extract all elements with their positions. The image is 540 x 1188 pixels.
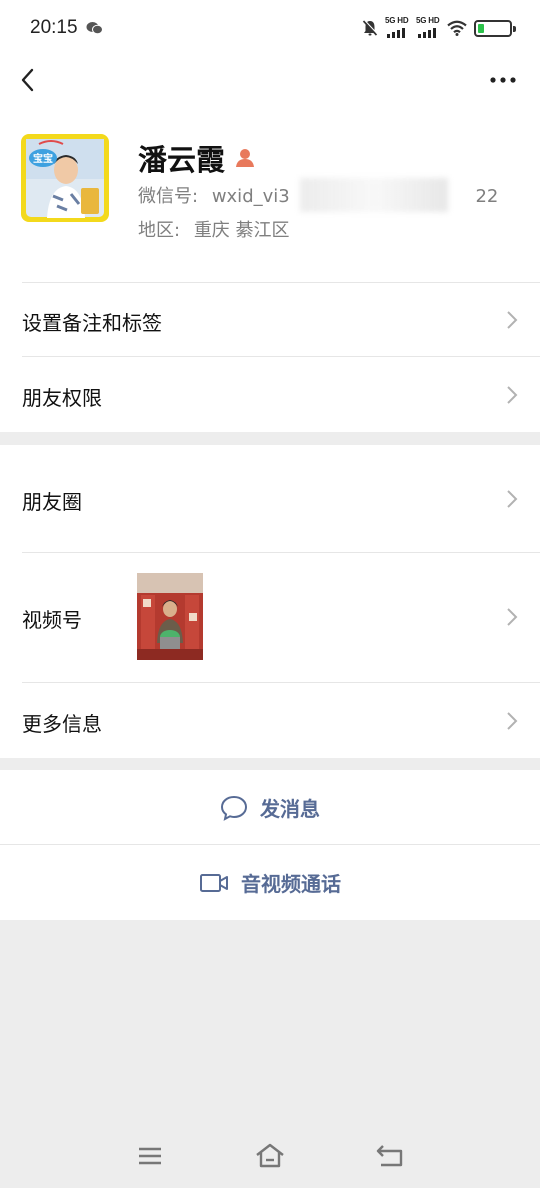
- wechat-id-label: 微信号:: [138, 186, 199, 207]
- return-icon[interactable]: [374, 1140, 406, 1172]
- row-label: 设置备注和标签: [22, 311, 162, 335]
- wifi-icon: [447, 20, 467, 36]
- video-call-label: 音视频通话: [241, 872, 341, 896]
- set-remark-tags-row[interactable]: 设置备注和标签: [0, 282, 540, 357]
- home-icon[interactable]: [254, 1140, 286, 1172]
- status-time: 20:15: [30, 17, 78, 38]
- row-label: 朋友圈: [22, 490, 82, 514]
- mute-bell-icon: [362, 19, 378, 36]
- wechat-id-value: wxid_vi3: [211, 186, 290, 207]
- system-navigation-bar: [0, 1130, 540, 1188]
- wechat-id-tail: 22: [475, 186, 499, 207]
- send-message-button[interactable]: 发消息: [0, 770, 540, 845]
- avatar-image: 宝宝: [21, 134, 109, 222]
- send-message-label: 发消息: [260, 797, 320, 821]
- chevron-right-icon: [507, 311, 518, 329]
- channels-thumbnail-image: [137, 573, 203, 660]
- svg-text:宝宝: 宝宝: [33, 152, 53, 165]
- video-call-button[interactable]: 音视频通话: [0, 845, 540, 920]
- moments-row[interactable]: 朋友圈: [0, 445, 540, 552]
- more-info-row[interactable]: 更多信息: [0, 683, 540, 758]
- more-horizontal-icon[interactable]: [488, 70, 518, 90]
- row-label: 视频号: [22, 608, 82, 632]
- wechat-notification-icon: [86, 22, 103, 35]
- chevron-right-icon: [507, 386, 518, 404]
- battery-fill: [478, 23, 484, 33]
- wechat-id-redaction: [300, 178, 448, 212]
- moments-group: 朋友圈 视频号 更多信息: [0, 445, 540, 758]
- region-value: 重庆 綦江区: [193, 220, 290, 241]
- menu-icon[interactable]: [134, 1140, 166, 1172]
- contact-name: 潘云霞: [138, 143, 226, 177]
- signal-2-icon: 5G HD: [416, 16, 440, 40]
- chevron-left-icon[interactable]: [14, 64, 44, 96]
- profile-card: 宝宝 潘云霞 微信号: wxid_vi3 22 地区: 重庆 綦江区: [0, 106, 540, 282]
- status-bar: 20:15 5G HD 5G HD: [0, 0, 540, 56]
- friend-permissions-row[interactable]: 朋友权限: [0, 357, 540, 432]
- region-label: 地区:: [138, 220, 181, 241]
- channels-thumbnail[interactable]: [137, 573, 203, 660]
- network-2-label: 5G HD: [416, 16, 440, 25]
- settings-group: 设置备注和标签 朋友权限: [0, 282, 540, 432]
- chevron-right-icon: [507, 608, 518, 626]
- avatar[interactable]: 宝宝: [21, 134, 109, 222]
- female-icon: [236, 149, 255, 167]
- chevron-right-icon: [507, 712, 518, 730]
- channels-row[interactable]: 视频号: [0, 553, 540, 682]
- name-row: 潘云霞: [138, 137, 257, 179]
- video-camera-icon: [200, 873, 228, 892]
- nav-bar: [0, 56, 540, 106]
- battery-icon: [474, 19, 516, 37]
- chat-bubble-icon: [220, 795, 248, 821]
- chevron-right-icon: [507, 490, 518, 508]
- region-row: 地区: 重庆 綦江区: [138, 216, 290, 242]
- row-label: 更多信息: [22, 712, 102, 736]
- network-1-label: 5G HD: [385, 16, 409, 25]
- signal-1-icon: 5G HD: [385, 16, 409, 40]
- row-label: 朋友权限: [22, 386, 102, 410]
